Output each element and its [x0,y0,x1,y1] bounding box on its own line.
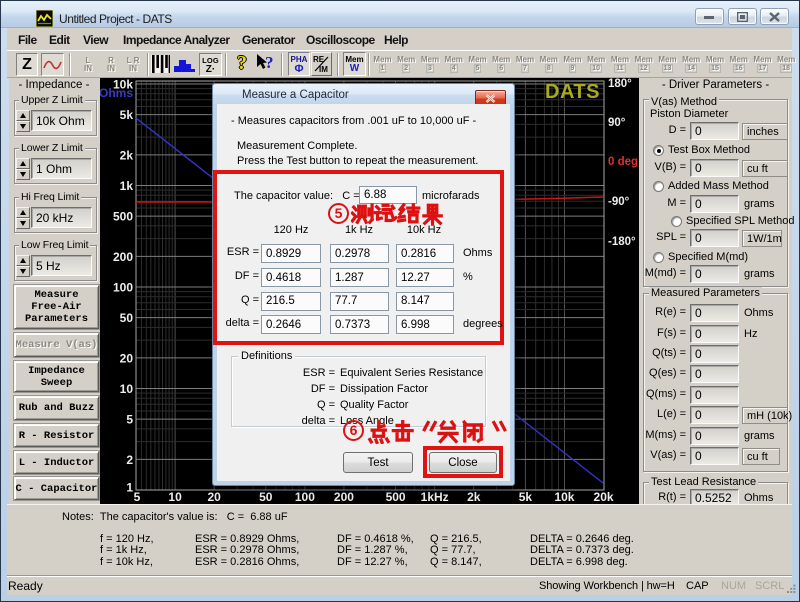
svg-text:5: 5 [134,490,141,504]
svg-text:2k: 2k [120,148,134,162]
svg-text:1: 1 [126,481,133,495]
svg-text:IM: IM [319,65,328,74]
svg-text:5k: 5k [120,108,134,122]
svg-text:-90°: -90° [608,196,630,208]
svg-text:2k: 2k [467,490,481,504]
svg-text:20k: 20k [594,490,614,504]
svg-text:200: 200 [113,250,133,264]
svg-text:?: ? [265,54,274,72]
svg-text:50: 50 [259,490,273,504]
svg-text:1k: 1k [120,179,134,193]
svg-text:100: 100 [295,490,315,504]
svg-text:2: 2 [126,453,133,467]
svg-text:5k: 5k [519,490,533,504]
svg-text:20: 20 [120,351,134,365]
svg-text:-180°: -180° [608,236,636,248]
svg-text:Ohms: Ohms [100,86,133,100]
svg-text:500: 500 [386,490,406,504]
svg-text:0 deg: 0 deg [608,156,638,168]
svg-text:10: 10 [168,490,182,504]
svg-text:DATS: DATS [545,81,600,103]
svg-text:10k: 10k [554,490,574,504]
svg-text:5: 5 [126,413,133,427]
svg-text:90°: 90° [608,117,626,129]
svg-text:20: 20 [207,490,221,504]
svg-text:200: 200 [334,490,354,504]
svg-text:500: 500 [113,210,133,224]
svg-text:10: 10 [120,382,134,396]
svg-text:50: 50 [120,311,134,325]
svg-text:1kHz: 1kHz [421,490,449,504]
svg-text:180°: 180° [608,78,632,90]
svg-text:100: 100 [113,281,133,295]
